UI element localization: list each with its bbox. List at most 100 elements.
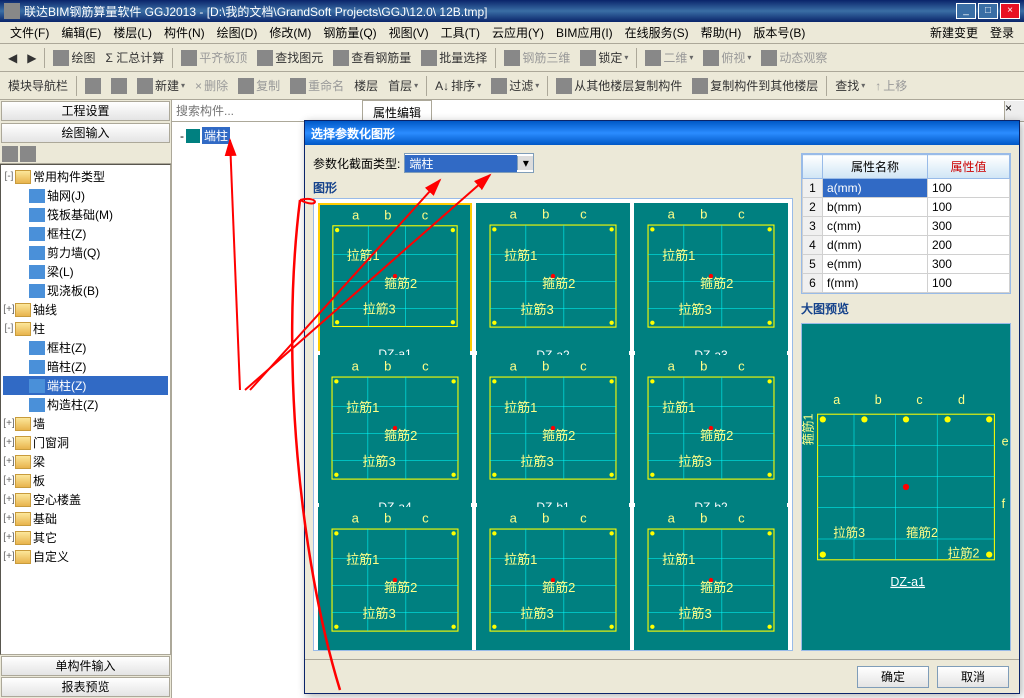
shape-DZ-b3[interactable]: 拉筋1 箍筋2 拉筋3 abc DZ-b3 bbox=[318, 507, 472, 651]
menu-view[interactable]: 视图(V) bbox=[383, 22, 435, 43]
panel-draw-input[interactable]: 绘图输入 bbox=[1, 123, 170, 143]
tb-copy-from[interactable]: 从其他楼层复制构件 bbox=[552, 75, 686, 96]
menu-cloud[interactable]: 云应用(Y) bbox=[486, 22, 550, 43]
menu-rebar[interactable]: 钢筋量(Q) bbox=[317, 22, 382, 43]
expander-icon[interactable]: [-] bbox=[3, 323, 15, 334]
ok-button[interactable]: 确定 bbox=[857, 666, 929, 688]
tb-top-view[interactable]: 俯视▾ bbox=[699, 47, 755, 68]
panel-proj-settings[interactable]: 工程设置 bbox=[1, 101, 170, 121]
shape-DZ-a4[interactable]: 拉筋1 箍筋2 拉筋3 abc DZ-a4 bbox=[318, 355, 472, 503]
tb-sort[interactable]: A↓ 排序▾ bbox=[431, 75, 485, 96]
prop-value[interactable]: 100 bbox=[927, 274, 1009, 293]
tree-node-1[interactable]: 轴网(J) bbox=[3, 186, 168, 205]
tb-rename[interactable]: 重命名 bbox=[286, 75, 348, 96]
tree-node-15[interactable]: [+]梁 bbox=[3, 452, 168, 471]
tree-node-5[interactable]: 梁(L) bbox=[3, 262, 168, 281]
menu-component[interactable]: 构件(N) bbox=[158, 22, 211, 43]
shape-DZ-a3[interactable]: 拉筋1 箍筋2 拉筋3 abc DZ-a3 bbox=[634, 203, 788, 351]
tb-copy[interactable]: 复制 bbox=[234, 75, 284, 96]
prop-row-c(mm)[interactable]: 3 c(mm) 300 bbox=[803, 217, 1010, 236]
tb-batch-select[interactable]: 批量选择 bbox=[417, 47, 491, 68]
tree-node-11[interactable]: 端柱(Z) bbox=[3, 376, 168, 395]
tree-node-16[interactable]: [+]板 bbox=[3, 471, 168, 490]
prop-row-a(mm)[interactable]: 1 a(mm) 100 bbox=[803, 179, 1010, 198]
tree-node-12[interactable]: 构造柱(Z) bbox=[3, 395, 168, 414]
tree-node-19[interactable]: [+]其它 bbox=[3, 528, 168, 547]
prop-value[interactable]: 300 bbox=[927, 217, 1009, 236]
prop-value[interactable]: 100 bbox=[927, 198, 1009, 217]
tb-orbit[interactable]: 动态观察 bbox=[757, 47, 831, 68]
tb-sum[interactable]: Σ 汇总计算 bbox=[101, 47, 168, 68]
minimize-button[interactable]: _ bbox=[956, 3, 976, 19]
tb-copy-to[interactable]: 复制构件到其他楼层 bbox=[688, 75, 822, 96]
tb-draw[interactable]: 绘图 bbox=[49, 47, 99, 68]
new-change-button[interactable]: 新建变更 bbox=[920, 22, 984, 43]
menu-edit[interactable]: 编辑(E) bbox=[55, 22, 107, 43]
prop-row-f(mm)[interactable]: 6 f(mm) 100 bbox=[803, 274, 1010, 293]
tree-node-20[interactable]: [+]自定义 bbox=[3, 547, 168, 566]
close-button[interactable]: × bbox=[1000, 3, 1020, 19]
property-table[interactable]: 属性名称 属性值 1 a(mm) 1002 b(mm) 1003 c(mm) 3… bbox=[801, 153, 1011, 294]
expander-icon[interactable]: [+] bbox=[3, 551, 15, 562]
shape-DZ-b2[interactable]: 拉筋1 箍筋2 拉筋3 abc DZ-b2 bbox=[634, 355, 788, 503]
tb-filter[interactable]: 过滤▾ bbox=[487, 75, 543, 96]
expander-icon[interactable]: [+] bbox=[3, 456, 15, 467]
tb-delete[interactable]: × 删除 bbox=[191, 75, 232, 96]
prop-row-d(mm)[interactable]: 4 d(mm) 200 bbox=[803, 236, 1010, 255]
menu-modify[interactable]: 修改(M) bbox=[263, 22, 317, 43]
expander-icon[interactable]: [+] bbox=[3, 513, 15, 524]
tree-node-6[interactable]: 现浇板(B) bbox=[3, 281, 168, 300]
collapse-icon[interactable] bbox=[20, 146, 36, 162]
subtree-node-duanzhu[interactable]: 端柱 bbox=[202, 127, 230, 144]
expander-icon[interactable]: [+] bbox=[3, 304, 15, 315]
menu-online[interactable]: 在线服务(S) bbox=[619, 22, 695, 43]
tb-rebar-3d[interactable]: 钢筋三维 bbox=[500, 47, 574, 68]
tb-lock[interactable]: 锁定▾ bbox=[576, 47, 632, 68]
menu-file[interactable]: 文件(F) bbox=[4, 22, 55, 43]
search-clear-button[interactable]: × bbox=[1004, 101, 1024, 121]
cancel-button[interactable]: 取消 bbox=[937, 666, 1009, 688]
tb-align-top[interactable]: 平齐板顶 bbox=[177, 47, 251, 68]
maximize-button[interactable]: □ bbox=[978, 3, 998, 19]
prop-value[interactable]: 300 bbox=[927, 255, 1009, 274]
tree-node-9[interactable]: 框柱(Z) bbox=[3, 338, 168, 357]
shape-DZ-b5[interactable]: 拉筋1 箍筋2 拉筋3 abc DZ-b5 bbox=[634, 507, 788, 651]
tree-node-4[interactable]: 剪力墙(Q) bbox=[3, 243, 168, 262]
tree-node-13[interactable]: [+]墙 bbox=[3, 414, 168, 433]
tree-node-8[interactable]: [-]柱 bbox=[3, 319, 168, 338]
menu-version[interactable]: 版本号(B) bbox=[747, 22, 811, 43]
tb-icon-1[interactable] bbox=[81, 76, 105, 96]
tb-find[interactable]: 查找▾ bbox=[831, 75, 869, 96]
tb-module-nav[interactable]: 模块导航栏 bbox=[4, 75, 72, 96]
search-input[interactable] bbox=[172, 102, 1004, 120]
tb-nav-fwd[interactable]: ▶ bbox=[23, 49, 40, 67]
shape-DZ-a2[interactable]: 拉筋1 箍筋2 拉筋3 abc DZ-a2 bbox=[476, 203, 630, 351]
component-tree[interactable]: [-]常用构件类型轴网(J)筏板基础(M)框柱(Z)剪力墙(Q)梁(L)现浇板(… bbox=[0, 164, 171, 655]
prop-row-e(mm)[interactable]: 5 e(mm) 300 bbox=[803, 255, 1010, 274]
tb-move-up[interactable]: ↑ 上移 bbox=[871, 75, 911, 96]
expand-icon[interactable] bbox=[2, 146, 18, 162]
tb-2d[interactable]: 二维▾ bbox=[641, 47, 697, 68]
tb-new[interactable]: 新建▾ bbox=[133, 75, 189, 96]
tree-node-2[interactable]: 筏板基础(M) bbox=[3, 205, 168, 224]
tb-view-rebar[interactable]: 查看钢筋量 bbox=[329, 47, 415, 68]
menu-floor[interactable]: 楼层(L) bbox=[107, 22, 158, 43]
expander-icon[interactable]: [+] bbox=[3, 475, 15, 486]
tree-node-7[interactable]: [+]轴线 bbox=[3, 300, 168, 319]
expander-icon[interactable]: [+] bbox=[3, 437, 15, 448]
shape-DZ-b1[interactable]: 拉筋1 箍筋2 拉筋3 abc DZ-b1 bbox=[476, 355, 630, 503]
menu-help[interactable]: 帮助(H) bbox=[695, 22, 748, 43]
tb-nav-back[interactable]: ◀ bbox=[4, 49, 21, 67]
expander-icon[interactable]: [+] bbox=[3, 532, 15, 543]
menu-draw[interactable]: 绘图(D) bbox=[211, 22, 264, 43]
tb-icon-2[interactable] bbox=[107, 76, 131, 96]
prop-value[interactable]: 200 bbox=[927, 236, 1009, 255]
tree-node-3[interactable]: 框柱(Z) bbox=[3, 224, 168, 243]
login-button[interactable]: 登录 bbox=[984, 22, 1020, 43]
tb-find-element[interactable]: 查找图元 bbox=[253, 47, 327, 68]
tree-node-18[interactable]: [+]基础 bbox=[3, 509, 168, 528]
menu-bim[interactable]: BIM应用(I) bbox=[550, 22, 619, 43]
tb-floor-select[interactable]: 首层▾ bbox=[384, 75, 422, 96]
prop-value[interactable]: 100 bbox=[927, 179, 1009, 198]
tree-node-14[interactable]: [+]门窗洞 bbox=[3, 433, 168, 452]
